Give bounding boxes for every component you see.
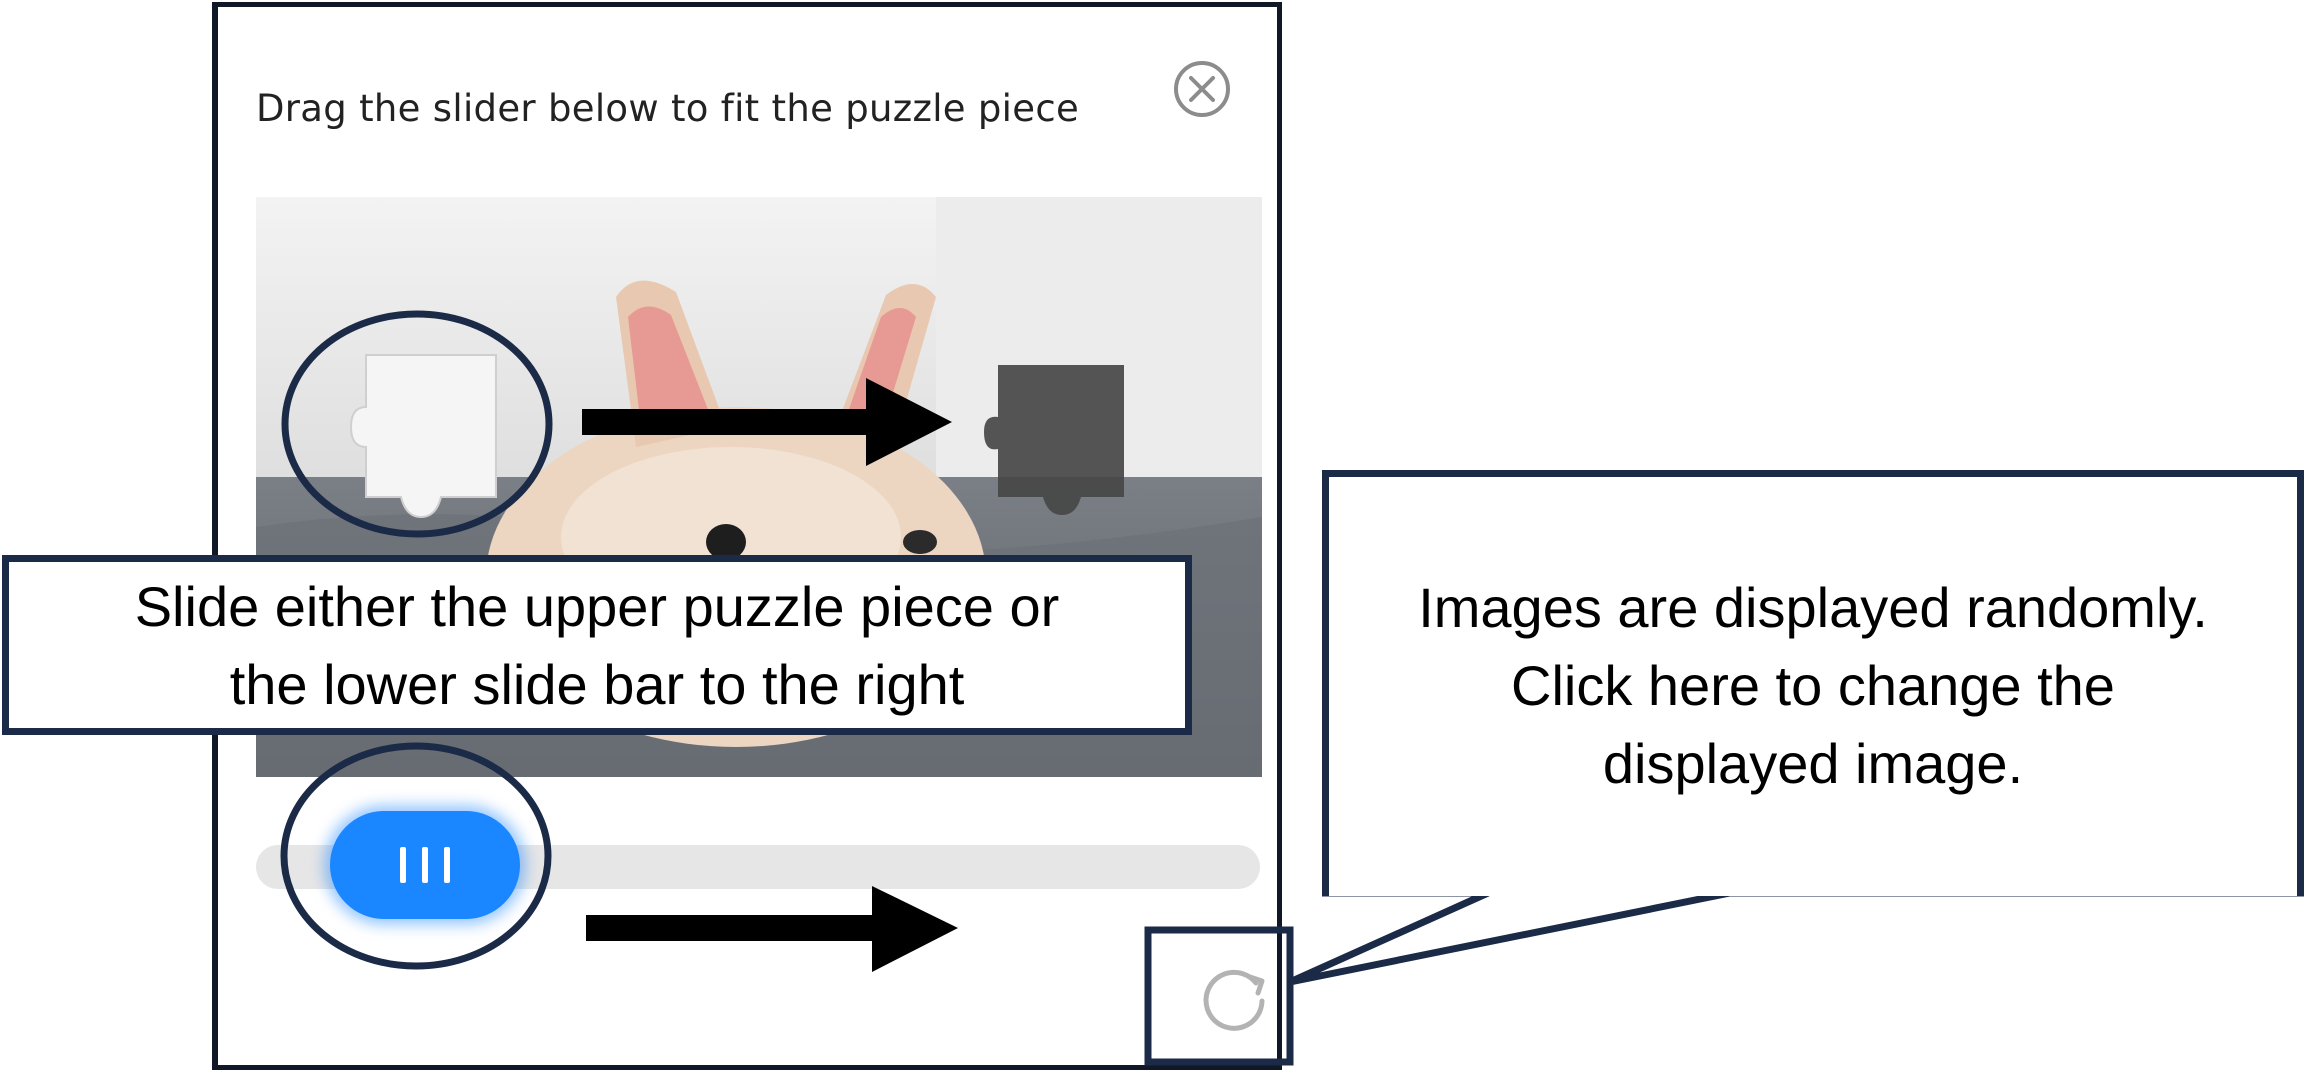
- slide-instruction-line2: the lower slide bar to the right: [229, 653, 965, 716]
- images-note-line3: displayed image.: [1602, 732, 2024, 795]
- grip-lines-icon: [422, 847, 428, 883]
- captcha-dialog: Drag the slider below to fit the puzzle …: [212, 2, 1282, 1070]
- grip-lines-icon: [444, 847, 450, 883]
- images-note-line2: Click here to change the: [1511, 654, 2115, 717]
- callout-tail: [1290, 889, 2304, 982]
- random-images-callout: Images are displayed randomly. Click her…: [1322, 470, 2304, 896]
- dialog-title: Drag the slider below to fit the puzzle …: [256, 87, 1080, 130]
- slide-instruction-line1: Slide either the upper puzzle piece or: [134, 575, 1060, 638]
- close-icon[interactable]: [1172, 59, 1232, 119]
- images-note-line1: Images are displayed randomly.: [1418, 576, 2208, 639]
- slider-handle[interactable]: [330, 811, 520, 919]
- refresh-icon[interactable]: [1190, 953, 1282, 1045]
- grip-lines-icon: [400, 847, 406, 883]
- slide-instruction-callout: Slide either the upper puzzle piece or t…: [2, 555, 1192, 735]
- callout-tail-outline: [1288, 889, 2304, 986]
- screenshot-stage: Drag the slider below to fit the puzzle …: [0, 0, 2306, 1074]
